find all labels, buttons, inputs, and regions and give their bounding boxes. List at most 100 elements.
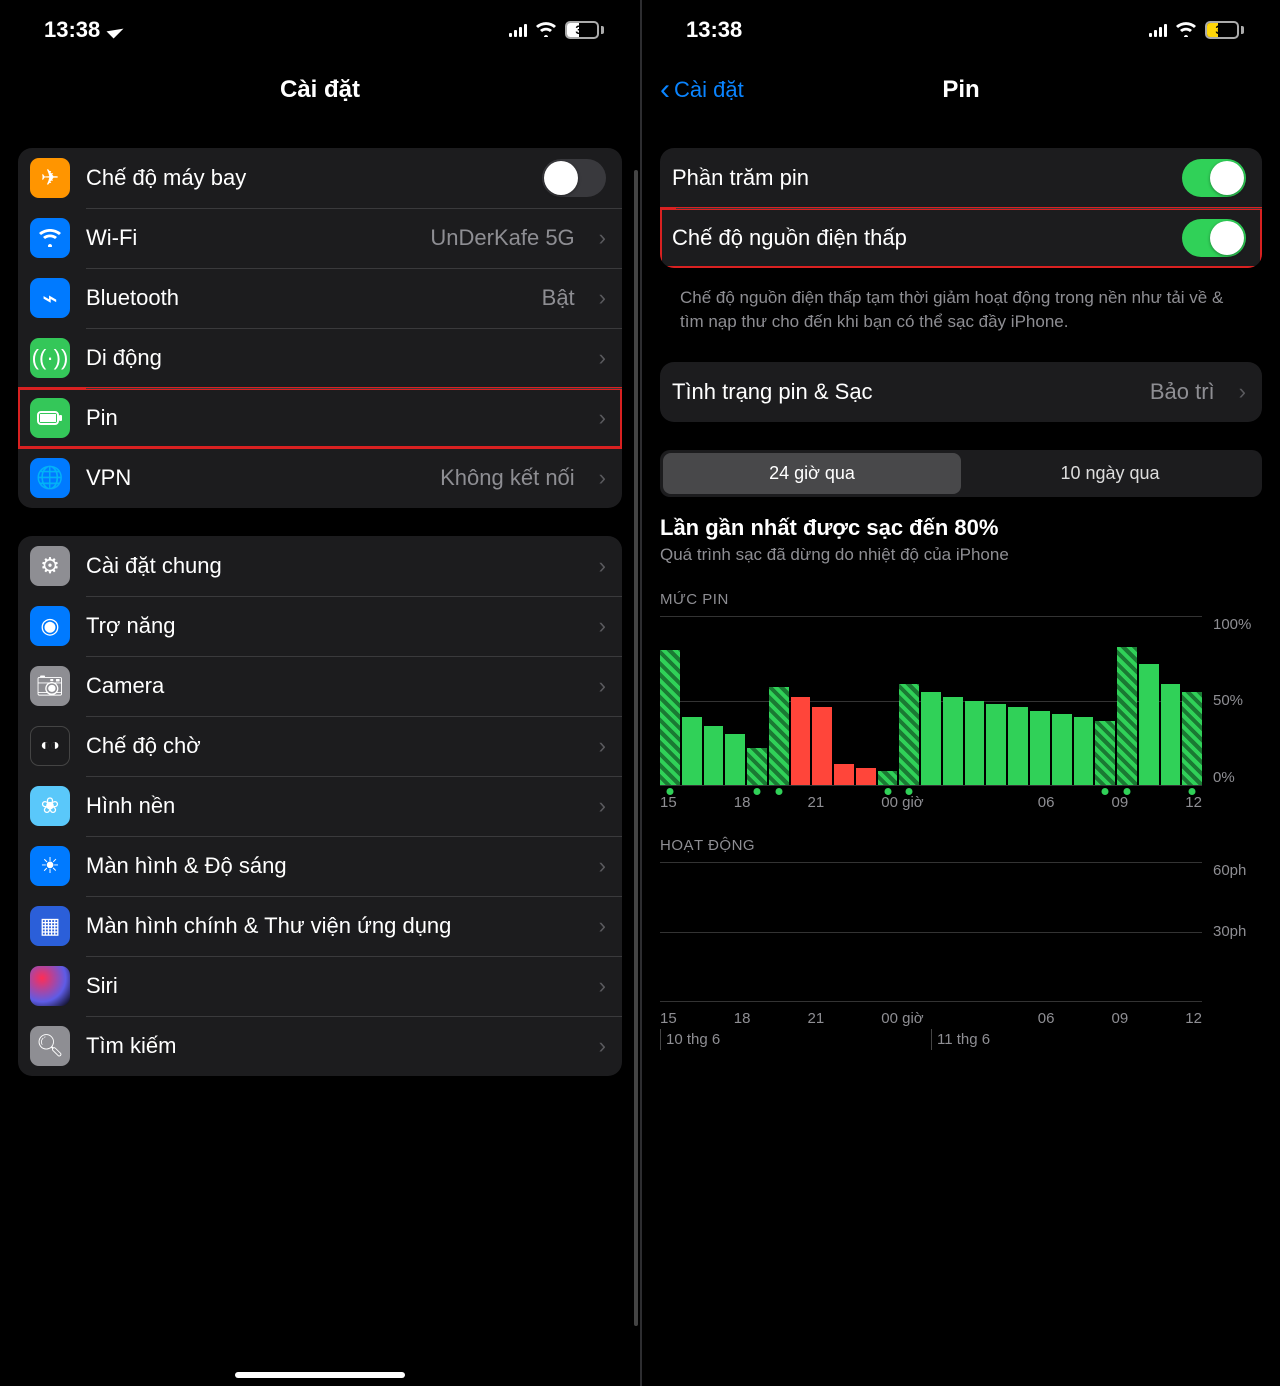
chart-bar	[878, 771, 898, 784]
chart-bar	[856, 768, 876, 785]
airplane-toggle[interactable]	[542, 159, 606, 197]
row-low-power-mode[interactable]: Chế độ nguồn điện thấp	[660, 208, 1262, 268]
row-label: Hình nền	[86, 793, 575, 819]
time-range-segmented[interactable]: 24 giờ qua 10 ngày qua	[660, 450, 1262, 497]
chevron-right-icon: ›	[599, 733, 606, 759]
chart-bar	[834, 764, 854, 784]
phone-settings: 13:38 39 Cài đặt ✈︎ Chế độ máy bay Wi-Fi	[0, 0, 640, 1386]
row-battery[interactable]: Pin ›	[18, 388, 622, 448]
row-label: Phần trăm pin	[672, 165, 1166, 191]
search-icon: 🔍︎	[30, 1026, 70, 1066]
row-label: Chế độ máy bay	[86, 165, 526, 191]
row-label: Camera	[86, 673, 575, 699]
activity-chart: 60ph 30ph 0	[660, 862, 1262, 1002]
last-charge-title: Lần gần nhất được sạc đến 80%	[660, 515, 1262, 541]
row-label: Màn hình & Độ sáng	[86, 853, 575, 879]
row-label: Tình trạng pin & Sạc	[672, 379, 1134, 405]
back-button[interactable]: ‹ Cài đặt	[660, 75, 744, 105]
chevron-right-icon: ›	[599, 973, 606, 999]
row-label: VPN	[86, 465, 424, 491]
home-indicator[interactable]	[235, 1372, 405, 1378]
chevron-right-icon: ›	[599, 673, 606, 699]
row-label: Pin	[86, 405, 575, 431]
battery-percentage-toggle[interactable]	[1182, 159, 1246, 197]
battery-icon: 39	[565, 21, 604, 39]
row-battery-health[interactable]: Tình trạng pin & Sạc Bảo trì ›	[660, 362, 1262, 422]
row-bluetooth[interactable]: ⌁ Bluetooth Bật ›	[18, 268, 622, 328]
row-label: Wi-Fi	[86, 225, 414, 251]
chart-bar	[986, 704, 1006, 785]
wifi-icon	[1175, 17, 1197, 43]
row-value: Không kết nối	[440, 465, 575, 491]
battery-level-label: MỨC PIN	[660, 591, 1262, 608]
row-accessibility[interactable]: ◉ Trợ năng ›	[18, 596, 622, 656]
chevron-left-icon: ‹	[660, 75, 670, 105]
chevron-right-icon: ›	[599, 613, 606, 639]
chart-bar	[660, 650, 680, 784]
chart-bar	[1074, 717, 1094, 784]
chevron-right-icon: ›	[599, 853, 606, 879]
activity-label: HOẠT ĐỘNG	[660, 837, 1262, 854]
back-label: Cài đặt	[674, 77, 744, 103]
row-value: Bảo trì	[1150, 379, 1215, 405]
row-wifi[interactable]: Wi-Fi UnDerKafe 5G ›	[18, 208, 622, 268]
row-siri[interactable]: Siri ›	[18, 956, 622, 1016]
chart-bar	[812, 707, 832, 784]
chevron-right-icon: ›	[599, 913, 606, 939]
row-search[interactable]: 🔍︎ Tìm kiếm ›	[18, 1016, 622, 1076]
row-value: Bật	[542, 285, 575, 311]
x-axis-labels: 15182100 giờ060912	[660, 794, 1262, 811]
battery-level-chart: 100% 50% 0%	[660, 616, 1262, 786]
chevron-right-icon: ›	[1239, 379, 1246, 405]
y-tick: 30ph	[1213, 923, 1262, 940]
gear-icon: ⚙︎	[30, 546, 70, 586]
chart-bar	[1161, 684, 1181, 785]
status-time: 13:38	[44, 17, 100, 43]
row-label: Tìm kiếm	[86, 1033, 575, 1059]
scrollbar[interactable]	[634, 170, 638, 1326]
row-cellular[interactable]: ((·)) Di động ›	[18, 328, 622, 388]
chart-bar	[921, 692, 941, 784]
brightness-icon: ☀︎	[30, 846, 70, 886]
row-battery-percentage[interactable]: Phần trăm pin	[660, 148, 1262, 208]
row-camera[interactable]: 📷︎ Camera ›	[18, 656, 622, 716]
standby-icon: ◐◑	[30, 726, 70, 766]
row-label: Di động	[86, 345, 575, 371]
cellular-icon	[1149, 23, 1167, 37]
chart-bar	[1139, 664, 1159, 785]
x-axis-labels-2: 15182100 giờ060912	[660, 1010, 1262, 1027]
low-power-toggle[interactable]	[1182, 219, 1246, 257]
row-wallpaper[interactable]: ❀ Hình nền ›	[18, 776, 622, 836]
row-value: UnDerKafe 5G	[430, 225, 574, 251]
bluetooth-icon: ⌁	[30, 278, 70, 318]
camera-icon: 📷︎	[30, 666, 70, 706]
chevron-right-icon: ›	[599, 465, 606, 491]
chart-bar	[1117, 647, 1137, 785]
chevron-right-icon: ›	[599, 345, 606, 371]
row-vpn[interactable]: 🌐 VPN Không kết nối ›	[18, 448, 622, 508]
chevron-right-icon: ›	[599, 405, 606, 431]
y-tick: 0%	[1213, 769, 1262, 786]
status-bar: 13:38 39	[0, 0, 640, 60]
chart-bar	[747, 748, 767, 785]
status-time: 13:38	[686, 17, 742, 43]
row-airplane[interactable]: ✈︎ Chế độ máy bay	[18, 148, 622, 208]
segment-24h[interactable]: 24 giờ qua	[663, 453, 961, 494]
row-homescreen[interactable]: ▦ Màn hình chính & Thư viện ứng dụng ›	[18, 896, 622, 956]
segment-10d[interactable]: 10 ngày qua	[961, 453, 1259, 494]
row-general[interactable]: ⚙︎ Cài đặt chung ›	[18, 536, 622, 596]
accessibility-icon: ◉	[30, 606, 70, 646]
settings-group-general: ⚙︎ Cài đặt chung › ◉ Trợ năng › 📷︎ Camer…	[18, 536, 622, 1076]
homescreen-icon: ▦	[30, 906, 70, 946]
chevron-right-icon: ›	[599, 285, 606, 311]
chart-bar	[965, 701, 985, 785]
row-standby[interactable]: ◐◑ Chế độ chờ ›	[18, 716, 622, 776]
row-label: Bluetooth	[86, 285, 526, 311]
page-title: Pin	[942, 76, 979, 104]
row-display[interactable]: ☀︎ Màn hình & Độ sáng ›	[18, 836, 622, 896]
row-label: Cài đặt chung	[86, 553, 575, 579]
chevron-right-icon: ›	[599, 225, 606, 251]
nav-bar: ‹ Cài đặt Pin	[642, 60, 1280, 120]
settings-group-connectivity: ✈︎ Chế độ máy bay Wi-Fi UnDerKafe 5G › ⌁…	[18, 148, 622, 508]
row-label: Chế độ nguồn điện thấp	[672, 225, 1166, 251]
